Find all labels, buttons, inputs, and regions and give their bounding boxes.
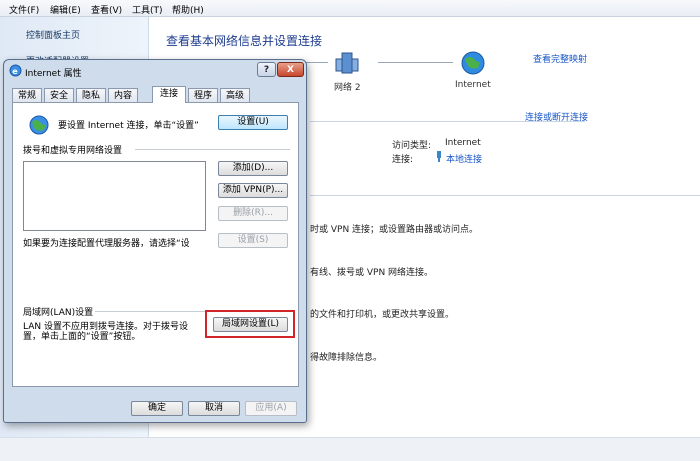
tab-programs[interactable]: 程序 [188,88,218,103]
connections-tab-panel: 要设置 Internet 连接，单击“设置” 设置(U) 拨号和虚拟专用网络设置… [12,102,299,387]
network-2-label: 网络 2 [334,83,361,93]
tab-advanced[interactable]: 高级 [220,88,250,103]
menu-edit[interactable]: 编辑(E) [50,3,81,16]
menu-file[interactable]: 文件(F) [9,3,39,16]
menu-tools[interactable]: 工具(T) [132,3,163,16]
dialup-vpn-group-label: 拨号和虚拟专用网络设置 [23,146,123,156]
menu-bar: 文件(F) 编辑(E) 查看(V) 工具(T) 帮助(H) [0,0,700,17]
tab-general[interactable]: 常规 [12,88,42,103]
menu-help[interactable]: 帮助(H) [172,3,204,16]
connection-settings-button[interactable]: 设置(S) [218,233,288,248]
internet-connection-globe-icon [29,115,49,135]
setup-instruction-text: 要设置 Internet 连接，单击“设置” [58,121,199,131]
bottom-strip [0,437,700,461]
control-panel-home-link[interactable]: 控制面板主页 [26,28,80,41]
access-type-value: Internet [445,138,481,148]
ok-button[interactable]: 确定 [131,401,183,416]
network-icon [335,52,359,74]
connection-label: 连接: [392,155,414,165]
tab-privacy[interactable]: 隐私 [76,88,106,103]
lan-info-text-line-2: 置，单击上面的“设置”按钮。 [23,332,141,342]
svg-text:e: e [12,67,18,76]
add-vpn-button[interactable]: 添加 VPN(P)... [218,183,288,198]
remove-connection-button[interactable]: 删除(R)... [218,206,288,221]
task-setup-connection-text: 时或 VPN 连接；或设置路由器或访问点。 [310,225,479,235]
dialog-titlebar[interactable]: e Internet 属性 ? X [4,60,306,82]
apply-button[interactable]: 应用(A) [245,401,297,416]
menu-view[interactable]: 查看(V) [91,3,122,16]
tab-security[interactable]: 安全 [44,88,74,103]
setup-button[interactable]: 设置(U) [218,115,288,130]
close-button[interactable]: X [277,62,304,77]
section-divider [310,195,700,196]
proxy-instruction-text: 如果要为连接配置代理服务器，请选择“设 [23,239,190,249]
page-title: 查看基本网络信息并设置连接 [166,34,323,48]
task-homegroup-sharing-text: 的文件和打印机，或更改共享设置。 [310,310,455,320]
help-button[interactable]: ? [257,62,276,77]
dialog-title: Internet 属性 [25,69,82,79]
access-type-label: 访问类型: [392,141,432,151]
internet-label: Internet [455,80,491,90]
network-map-line [378,62,453,63]
cancel-button[interactable]: 取消 [188,401,240,416]
task-troubleshoot-text: 得故障排除信息。 [310,353,383,363]
view-full-map-link[interactable]: 查看完整映射 [533,52,587,65]
lan-settings-button[interactable]: 局域网设置(L) [213,317,288,332]
internet-globe-icon [461,51,485,75]
task-connect-network-text: 有线、拨号或 VPN 网络连接。 [310,268,434,278]
dialup-connections-list[interactable] [23,161,206,231]
connection-icon [437,151,441,162]
internet-properties-dialog: e Internet 属性 ? X 常规 安全 隐私 内容 连接 程序 高级 要… [3,59,307,423]
section-divider [310,121,585,122]
tab-content[interactable]: 内容 [108,88,138,103]
add-connection-button[interactable]: 添加(D)... [218,161,288,176]
group-divider [135,149,290,150]
lan-group-label: 局域网(LAN)设置 [23,308,94,318]
internet-explorer-icon: e [9,64,22,77]
local-connection-link[interactable]: 本地连接 [446,152,482,165]
tab-connections[interactable]: 连接 [152,86,186,103]
